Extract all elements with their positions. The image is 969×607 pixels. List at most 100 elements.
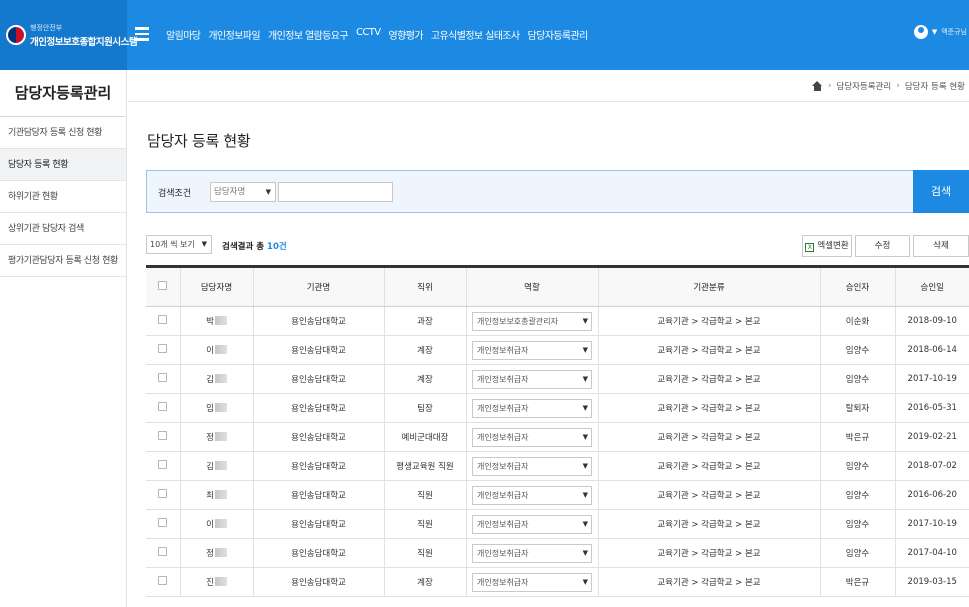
approval-date: 2017-04-10 xyxy=(894,538,969,568)
logo[interactable]: 행정안전부 개인정보보호종합지원시스템 xyxy=(0,0,138,70)
row-checkbox-cell[interactable] xyxy=(146,335,180,365)
position: 계장 xyxy=(383,567,466,597)
role-select[interactable]: 개인정보취급자 ▼ xyxy=(472,572,592,592)
row-checkbox-cell[interactable] xyxy=(146,480,180,510)
user-menu[interactable]: ▼ 맥준규님 xyxy=(913,25,967,39)
masked-name xyxy=(214,345,227,354)
org-category: 교육기관 > 각급학교 > 본교 xyxy=(597,422,820,452)
row-checkbox[interactable] xyxy=(158,402,168,411)
row-checkbox-cell[interactable] xyxy=(146,393,180,423)
row-checkbox[interactable] xyxy=(158,460,168,469)
org-category: 교육기관 > 각급학교 > 본교 xyxy=(597,451,820,481)
role-select[interactable]: 개인정보취급자 ▼ xyxy=(472,543,592,563)
table-row[interactable]: 임 용인송담대학교 팀장 개인정보취급자 ▼ 교육기관 > 각급학교 > 본교 탈퇴자 201… xyxy=(146,393,969,423)
select-all-checkbox[interactable] xyxy=(158,281,168,290)
search-button[interactable]: 검색 xyxy=(913,170,969,213)
role-select[interactable]: 개인정보취급자 ▼ xyxy=(472,398,592,418)
org-category: 교육기관 > 각급학교 > 본교 xyxy=(597,538,820,568)
sidebar-item-sub-agencies[interactable]: 하위기관 현황 xyxy=(0,181,126,213)
table-row[interactable]: 이 용인송담대학교 직원 개인정보취급자 ▼ 교육기관 > 각급학교 > 본교 임양수 201… xyxy=(146,509,969,539)
nav-item[interactable]: 고유식별정보 실태조사 xyxy=(431,27,520,42)
org-category: 교육기관 > 각급학교 > 본교 xyxy=(597,393,820,423)
role-value: 개인정보취급자 xyxy=(477,374,529,384)
nav-item[interactable]: 개인정보파일 xyxy=(208,27,260,42)
row-checkbox[interactable] xyxy=(158,547,168,556)
home-icon[interactable] xyxy=(811,81,823,91)
column-header: 역할 xyxy=(465,266,598,307)
excel-export-button[interactable]: X 엑셀변환 xyxy=(802,235,852,257)
table-row[interactable]: 정 용인송담대학교 직원 개인정보취급자 ▼ 교육기관 > 각급학교 > 본교 임양수 201… xyxy=(146,538,969,568)
row-checkbox[interactable] xyxy=(158,489,168,498)
table-row[interactable]: 김 용인송담대학교 계장 개인정보취급자 ▼ 교육기관 > 각급학교 > 본교 임양수 201… xyxy=(146,364,969,394)
manager-name-cell: 이 xyxy=(179,335,253,365)
row-checkbox-cell[interactable] xyxy=(146,451,180,481)
role-select[interactable]: 개인정보취급자 ▼ xyxy=(472,340,592,360)
org-name: 용인송담대학교 xyxy=(252,335,384,365)
role-select[interactable]: 개인정보취급자 ▼ xyxy=(472,427,592,447)
manager-name-cell: 이 xyxy=(179,509,253,539)
role-value: 개인정보취급자 xyxy=(477,548,529,558)
nav-item[interactable]: 영향평가 xyxy=(389,27,424,42)
sidebar-item-agency-applications[interactable]: 기관담당자 등록 신청 현황 xyxy=(0,117,126,149)
row-checkbox[interactable] xyxy=(158,344,168,353)
manager-table: 담당자명 기관명 직위 역할 기관분류 승인자 승인일 박 용인송담대학교 과장 개인… xyxy=(146,265,969,597)
position: 계장 xyxy=(383,335,466,365)
masked-name xyxy=(214,316,227,325)
approver: 박은규 xyxy=(819,422,895,452)
row-checkbox[interactable] xyxy=(158,576,168,585)
row-checkbox-cell[interactable] xyxy=(146,422,180,452)
table-row[interactable]: 진 용인송담대학교 계장 개인정보취급자 ▼ 교육기관 > 각급학교 > 본교 박은규 201… xyxy=(146,567,969,597)
role-select[interactable]: 개인정보취급자 ▼ xyxy=(472,369,592,389)
sidebar-title: 담당자등록관리 xyxy=(0,70,126,117)
row-checkbox[interactable] xyxy=(158,431,168,440)
row-checkbox[interactable] xyxy=(158,373,168,382)
select-all-checkbox-cell[interactable] xyxy=(146,266,180,307)
org-name: 용인송담대학교 xyxy=(252,306,384,336)
row-checkbox-cell[interactable] xyxy=(146,364,180,394)
search-field-select[interactable]: 담당자명 ▼ xyxy=(210,182,276,202)
breadcrumb-item[interactable]: 담당자등록관리 xyxy=(836,80,891,92)
role-select[interactable]: 개인정보취급자 ▼ xyxy=(472,485,592,505)
sidebar-item-parent-agency-search[interactable]: 상위기관 담당자 검색 xyxy=(0,213,126,245)
page-title: 담당자 등록 현황 xyxy=(147,132,251,150)
table-row[interactable]: 최 용인송담대학교 직원 개인정보취급자 ▼ 교육기관 > 각급학교 > 본교 임양수 201… xyxy=(146,480,969,510)
menu-icon[interactable] xyxy=(135,27,149,41)
role-select[interactable]: 개인정보취급자 ▼ xyxy=(472,514,592,534)
delete-button[interactable]: 삭제 xyxy=(913,235,969,257)
sidebar-item-registration-status[interactable]: 담당자 등록 현황 xyxy=(0,149,126,181)
manager-name: 이 xyxy=(206,520,214,530)
role-select[interactable]: 개인정보보호총괄관리자 ▼ xyxy=(472,311,592,331)
role-select[interactable]: 개인정보취급자 ▼ xyxy=(472,456,592,476)
role-cell: 개인정보취급자 ▼ xyxy=(465,480,598,510)
row-checkbox-cell[interactable] xyxy=(146,509,180,539)
result-count-prefix: 검색결과 총 xyxy=(222,242,268,252)
row-checkbox-cell[interactable] xyxy=(146,538,180,568)
org-category: 교육기관 > 각급학교 > 본교 xyxy=(597,306,820,336)
org-category: 교육기관 > 각급학교 > 본교 xyxy=(597,480,820,510)
org-category: 교육기관 > 각급학교 > 본교 xyxy=(597,509,820,539)
table-row[interactable]: 김 용인송담대학교 평생교육원 직원 개인정보취급자 ▼ 교육기관 > 각급학교 > 본교… xyxy=(146,451,969,481)
masked-name xyxy=(214,519,227,528)
nav-item[interactable]: 알림마당 xyxy=(166,27,201,42)
sidebar-item-evaluator-applications[interactable]: 평가기관담당자 등록 신청 현황 xyxy=(0,245,126,277)
top-nav: 알림마당 개인정보파일 개인정보 열람등요구 CCTV 영향평가 고유식별정보 … xyxy=(166,27,588,42)
nav-item[interactable]: 담당자등록관리 xyxy=(528,27,589,42)
edit-button[interactable]: 수정 xyxy=(855,235,910,257)
logo-ministry: 행정안전부 xyxy=(30,24,63,32)
row-checkbox[interactable] xyxy=(158,315,168,324)
page-size-select[interactable]: 10개 씩 보기 ▼ xyxy=(146,235,212,254)
logo-system-name: 개인정보보호종합지원시스템 xyxy=(30,37,138,48)
search-input[interactable] xyxy=(278,182,393,202)
table-row[interactable]: 이 용인송담대학교 계장 개인정보취급자 ▼ 교육기관 > 각급학교 > 본교 임양수 201… xyxy=(146,335,969,365)
table-row[interactable]: 정 용인송담대학교 예비군대대장 개인정보취급자 ▼ 교육기관 > 각급학교 > 본교 박은… xyxy=(146,422,969,452)
nav-item[interactable]: 개인정보 열람등요구 xyxy=(268,27,349,42)
table-row[interactable]: 박 용인송담대학교 과장 개인정보보호총괄관리자 ▼ 교육기관 > 각급학교 > 본교 이순… xyxy=(146,306,969,336)
row-checkbox-cell[interactable] xyxy=(146,306,180,336)
column-header: 기관명 xyxy=(252,266,384,307)
row-checkbox[interactable] xyxy=(158,518,168,527)
row-checkbox-cell[interactable] xyxy=(146,567,180,597)
approver: 박은규 xyxy=(819,567,895,597)
role-value: 개인정보보호총괄관리자 xyxy=(477,316,558,326)
nav-item[interactable]: CCTV xyxy=(356,27,381,42)
org-name: 용인송담대학교 xyxy=(252,538,384,568)
